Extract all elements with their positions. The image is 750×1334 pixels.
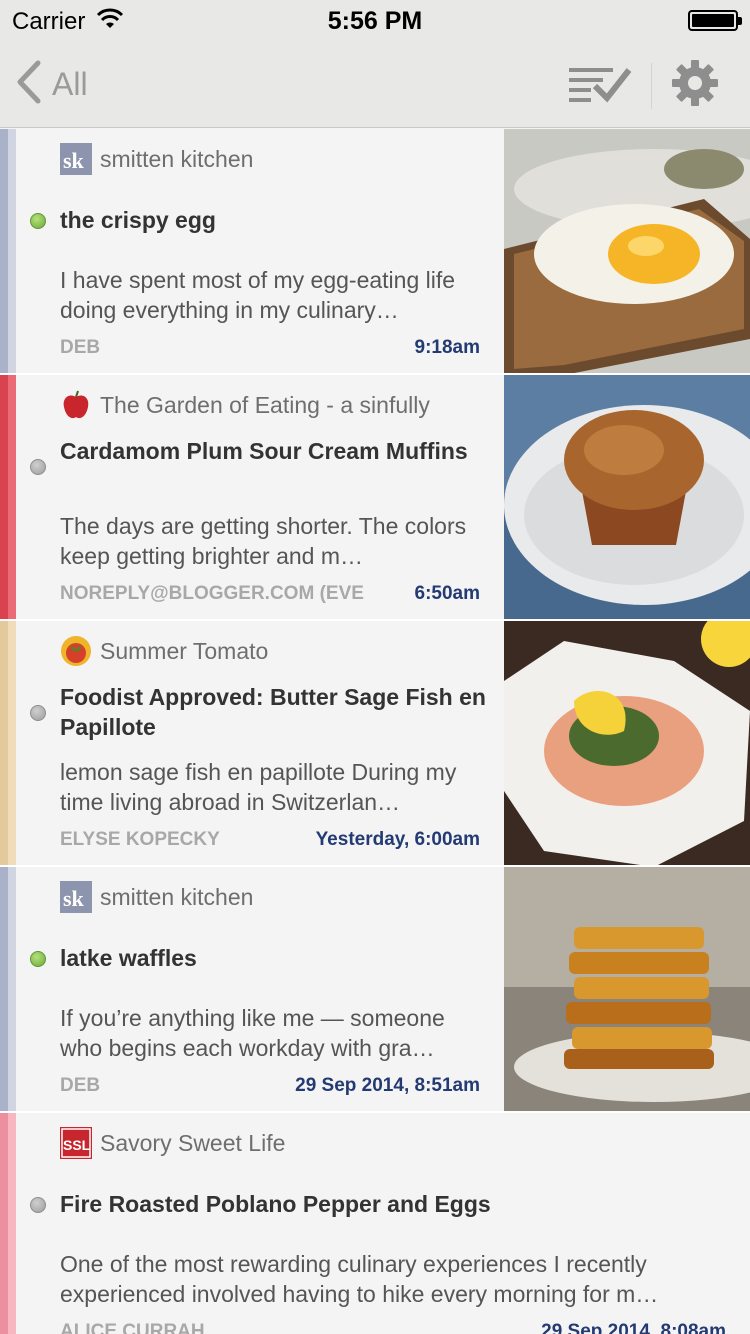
- article-author: ELYSE KOPECKY: [60, 829, 220, 850]
- nav-divider: [651, 62, 652, 109]
- article-title: Foodist Approved: Butter Sage Fish en Pa…: [60, 684, 486, 740]
- article-row[interactable]: SSL Savory Sweet Life Fire Roasted Pobla…: [0, 1113, 750, 1334]
- apple-icon: [60, 389, 92, 421]
- feed-color-strip: [0, 1113, 16, 1334]
- article-date: 6:50am: [414, 583, 481, 604]
- tomato-icon: [60, 635, 92, 667]
- read-dot-icon: [30, 459, 46, 475]
- clock: 5:56 PM: [327, 7, 423, 35]
- article-thumbnail: [504, 621, 750, 865]
- article-snippet: One of the most rewarding culinary exper…: [60, 1251, 659, 1307]
- article-title: Cardamom Plum Sour Cream Muffins: [60, 438, 468, 464]
- status-bar: Carrier 5:56 PM: [0, 0, 750, 40]
- article-snippet: lemon sage fish en papillote During my t…: [60, 759, 457, 815]
- unread-dot-icon: [30, 213, 46, 229]
- read-dot-icon: [30, 705, 46, 721]
- article-title: latke waffles: [60, 945, 197, 971]
- feed-name: Savory Sweet Life: [100, 1129, 286, 1156]
- article-author: NOREPLY@BLOGGER.COM (EVE: [60, 583, 364, 604]
- feed-name: Summer Tomato: [100, 637, 269, 664]
- battery-icon: [688, 10, 742, 31]
- feed-color-strip: [0, 129, 16, 373]
- article-date: 29 Sep 2014, 8:51am: [295, 1075, 480, 1096]
- ssl-logo-icon: SSL: [60, 1127, 92, 1159]
- sk-logo-icon: sk: [60, 143, 92, 175]
- article-snippet: I have spent most of my egg-eating life …: [60, 267, 456, 323]
- mark-all-read-button[interactable]: [567, 62, 633, 109]
- back-label: All: [52, 65, 88, 102]
- gear-icon: [670, 58, 720, 113]
- article-date: 9:18am: [414, 337, 481, 358]
- article-thumbnail: [504, 129, 750, 373]
- article-snippet: The days are getting shorter. The colors…: [60, 513, 467, 569]
- mark-all-read-icon: [567, 62, 633, 109]
- article-row[interactable]: sk smitten kitchen latke waffles If you’…: [0, 867, 750, 1113]
- article-row[interactable]: The Garden of Eating - a sinfully Cardam…: [0, 375, 750, 621]
- article-author: DEB: [60, 337, 101, 358]
- back-button[interactable]: All: [14, 60, 88, 108]
- article-author: DEB: [60, 1075, 101, 1096]
- article-row[interactable]: sk smitten kitchen the crispy egg I have…: [0, 129, 750, 375]
- feed-color-strip: [0, 867, 16, 1111]
- settings-button[interactable]: [670, 58, 720, 113]
- article-row[interactable]: Summer Tomato Foodist Approved: Butter S…: [0, 621, 750, 867]
- article-author: ALICE CURRAH: [60, 1321, 205, 1334]
- read-dot-icon: [30, 1197, 46, 1213]
- feed-color-strip: [0, 375, 16, 619]
- article-snippet: If you’re anything like me — someone who…: [60, 1005, 445, 1061]
- feed-color-strip: [0, 621, 16, 865]
- article-date: 29 Sep 2014, 8:08am: [541, 1321, 726, 1334]
- unread-dot-icon: [30, 951, 46, 967]
- feed-name: smitten kitchen: [100, 145, 254, 172]
- article-title: the crispy egg: [60, 207, 216, 233]
- article-list: sk smitten kitchen the crispy egg I have…: [0, 129, 750, 1334]
- chevron-left-icon: [14, 59, 44, 110]
- article-date: Yesterday, 6:00am: [315, 829, 480, 850]
- article-title: Fire Roasted Poblano Pepper and Eggs: [60, 1191, 491, 1217]
- sk-logo-icon: sk: [60, 881, 92, 913]
- svg-text:sk: sk: [63, 148, 85, 173]
- feed-name: smitten kitchen: [100, 883, 254, 910]
- svg-text:SSL: SSL: [63, 1137, 91, 1153]
- navigation-bar: All: [0, 40, 750, 128]
- article-thumbnail: [504, 867, 750, 1111]
- feed-name: The Garden of Eating - a sinfully: [100, 391, 430, 418]
- svg-text:sk: sk: [63, 886, 85, 911]
- article-thumbnail: [504, 375, 750, 619]
